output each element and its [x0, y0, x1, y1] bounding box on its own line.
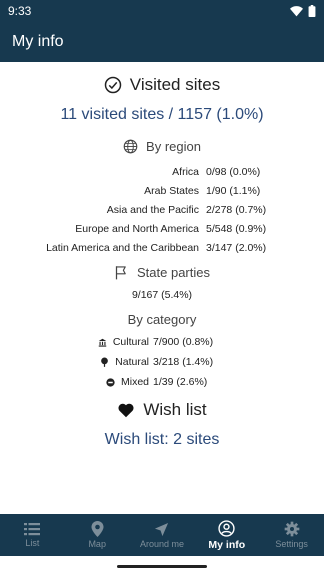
region-label: Arab States: [144, 184, 199, 197]
category-list: Cultural 7/900 (0.8%) Natural 3/218 (1.4…: [0, 332, 324, 392]
region-row: Arab States 1/90 (1.1%): [0, 181, 324, 200]
wish-list-total[interactable]: Wish list: 2 sites: [0, 431, 324, 449]
nav-item-my-info[interactable]: My info: [194, 514, 259, 556]
nav-label: List: [25, 538, 40, 548]
wish-list-header: Wish list: [0, 400, 324, 420]
account-icon: [218, 519, 235, 537]
state-parties-heading: State parties: [137, 265, 210, 280]
bottom-nav: List Map Around me My info Settings: [0, 514, 324, 556]
region-label: Asia and the Pacific: [106, 203, 199, 216]
by-region-header: By region: [0, 139, 324, 154]
category-row: Natural 3/218 (1.4%): [0, 352, 324, 372]
category-row: Mixed 1/39 (2.6%): [0, 372, 324, 392]
battery-icon: [308, 5, 316, 17]
region-label: Africa: [172, 165, 199, 178]
gear-icon: [284, 521, 299, 537]
globe-icon: [123, 139, 138, 154]
nav-label: Map: [88, 539, 106, 549]
nav-item-map[interactable]: Map: [65, 514, 130, 556]
region-list: Africa 0/98 (0.0%) Arab States 1/90 (1.1…: [0, 162, 324, 257]
nav-label: Around me: [139, 538, 184, 549]
nav-item-around-me[interactable]: Around me: [130, 514, 195, 556]
status-time: 9:33: [8, 4, 32, 18]
flag-icon: [115, 266, 126, 280]
status-icons: [290, 5, 316, 17]
heart-icon: [118, 403, 134, 418]
by-region-heading: By region: [146, 139, 201, 154]
region-value: 1/90 (1.1%): [206, 184, 261, 197]
mixed-icon: [106, 377, 115, 387]
page-title: My info: [12, 33, 64, 50]
category-row: Cultural 7/900 (0.8%): [0, 332, 324, 352]
category-label: Natural: [115, 356, 149, 368]
state-parties-header: State parties: [0, 265, 324, 280]
region-value: 3/147 (2.0%): [206, 241, 267, 254]
category-label: Cultural: [112, 336, 149, 348]
by-category-heading: By category: [127, 312, 197, 327]
natural-icon: [101, 357, 109, 367]
state-parties-value: 9/167 (5.4%): [131, 289, 193, 301]
gesture-bar: [0, 556, 324, 576]
visited-sites-header: Visited sites: [0, 75, 324, 95]
navigation-icon: [155, 522, 169, 536]
home-indicator[interactable]: [117, 565, 207, 568]
cultural-icon: [98, 338, 107, 347]
region-label: Latin America and the Caribbean: [46, 241, 199, 254]
nav-label: Settings: [275, 539, 308, 549]
region-row: Asia and the Pacific 2/278 (0.7%): [0, 200, 324, 219]
region-row: Latin America and the Caribbean 3/147 (2…: [0, 238, 324, 257]
category-label: Mixed: [120, 376, 149, 388]
visited-sites-total: 11 visited sites / 1157 (1.0%): [60, 106, 264, 123]
nav-item-list[interactable]: List: [0, 514, 65, 556]
region-row: Africa 0/98 (0.0%): [0, 162, 324, 181]
wifi-icon: [290, 5, 303, 16]
my-info-content: Visited sites 11 visited sites / 1157 (1…: [0, 62, 324, 514]
wish-list-heading: Wish list: [143, 400, 207, 419]
region-value: 0/98 (0.0%): [206, 165, 261, 178]
region-value: 2/278 (0.7%): [206, 203, 267, 216]
region-row: Europe and North America 5/548 (0.9%): [0, 219, 324, 238]
visited-sites-heading: Visited sites: [129, 75, 221, 94]
app-bar: My info: [0, 22, 324, 62]
status-bar: 9:33: [0, 0, 324, 22]
region-value: 5/548 (0.9%): [206, 222, 267, 235]
map-pin-icon: [91, 521, 104, 537]
list-icon: [24, 523, 41, 536]
category-value: 1/39 (2.6%): [153, 376, 208, 388]
category-value: 7/900 (0.8%): [153, 336, 214, 348]
nav-item-settings[interactable]: Settings: [259, 514, 324, 556]
nav-label: My info: [208, 538, 246, 551]
check-circle-icon: [104, 76, 122, 94]
category-value: 3/218 (1.4%): [153, 356, 214, 368]
region-label: Europe and North America: [75, 222, 199, 235]
